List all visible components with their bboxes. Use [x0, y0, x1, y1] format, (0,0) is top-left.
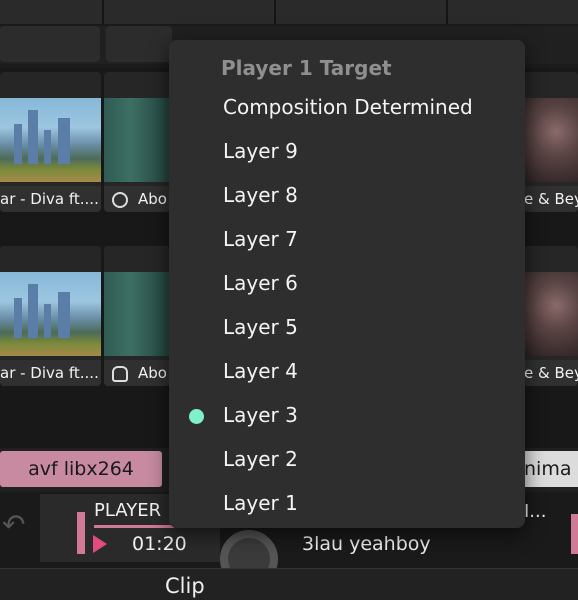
- menu-item[interactable]: Layer 8: [169, 174, 525, 218]
- codec-button[interactable]: avf libx264: [0, 451, 162, 487]
- top-tab[interactable]: [448, 0, 578, 24]
- menu-item-label: Layer 6: [223, 271, 298, 295]
- player-progress-bar[interactable]: [94, 525, 174, 528]
- player-title-right: I...: [524, 501, 547, 522]
- play-icon[interactable]: [93, 535, 107, 553]
- top-tab[interactable]: [276, 0, 448, 24]
- header-cell[interactable]: [0, 26, 100, 62]
- menu-item[interactable]: Layer 2: [169, 438, 525, 482]
- ghost-icon: [112, 366, 128, 382]
- player-title: PLAYER: [94, 500, 162, 521]
- player-level-bar-right: [571, 514, 578, 554]
- clip-thumbnail: [104, 272, 170, 356]
- clip-cell[interactable]: ar - Diva ft....: [0, 72, 101, 212]
- menu-item-label: Layer 2: [223, 447, 298, 471]
- menu-item[interactable]: Layer 5: [169, 306, 525, 350]
- clip-thumbnail: [0, 272, 101, 356]
- menu-item-label: Layer 5: [223, 315, 298, 339]
- clip-cell[interactable]: Abo: [104, 246, 170, 386]
- clip-cell[interactable]: e & Beyo: [524, 72, 578, 212]
- clip-thumbnail: [104, 98, 170, 182]
- menu-item[interactable]: Layer 6: [169, 262, 525, 306]
- menu-item[interactable]: Layer 7: [169, 218, 525, 262]
- clip-cell[interactable]: Abo: [104, 72, 170, 212]
- settings-icon: [112, 192, 128, 208]
- menu-item[interactable]: Layer 3: [169, 394, 525, 438]
- clip-label: ar - Diva ft....: [0, 360, 101, 386]
- clip-label: e & Beyo: [524, 360, 578, 386]
- player-time: 01:20: [132, 533, 187, 555]
- menu-item-label: Composition Determined: [223, 95, 473, 119]
- menu-item[interactable]: Layer 9: [169, 130, 525, 174]
- clip-thumbnail: [524, 272, 578, 356]
- clip-cell[interactable]: e & Beyo: [524, 246, 578, 386]
- footer-bar: [0, 568, 578, 600]
- clip-label: e & Beyo: [524, 186, 578, 212]
- menu-item-label: Layer 8: [223, 183, 298, 207]
- menu-item-label: Layer 4: [223, 359, 298, 383]
- menu-item-label: Layer 3: [223, 403, 298, 427]
- menu-item[interactable]: Layer 4: [169, 350, 525, 394]
- clip-label: ar - Diva ft....: [0, 186, 101, 212]
- menu-item-label: Layer 1: [223, 491, 298, 515]
- menu-header: Player 1 Target: [221, 56, 392, 80]
- top-tab[interactable]: [104, 0, 276, 24]
- player-target-menu: Player 1 Target Composition Determined La…: [169, 40, 525, 528]
- clip-cell[interactable]: ar - Diva ft....: [0, 246, 101, 386]
- header-cell[interactable]: [106, 26, 172, 62]
- menu-item[interactable]: Composition Determined: [169, 86, 525, 130]
- clip-thumbnail: [524, 98, 578, 182]
- menu-item-label: Layer 7: [223, 227, 298, 251]
- clip-thumbnail: [0, 98, 101, 182]
- top-tab[interactable]: [0, 0, 104, 24]
- player-level-bar: [77, 512, 85, 554]
- menu-item-label: Layer 9: [223, 139, 298, 163]
- undo-icon[interactable]: ↶: [2, 508, 25, 541]
- menu-item[interactable]: Layer 1: [169, 482, 525, 526]
- track-title: 3lau yeahboy: [302, 533, 431, 555]
- selected-dot-icon: [189, 409, 204, 424]
- footer-clip-label[interactable]: Clip: [165, 574, 205, 598]
